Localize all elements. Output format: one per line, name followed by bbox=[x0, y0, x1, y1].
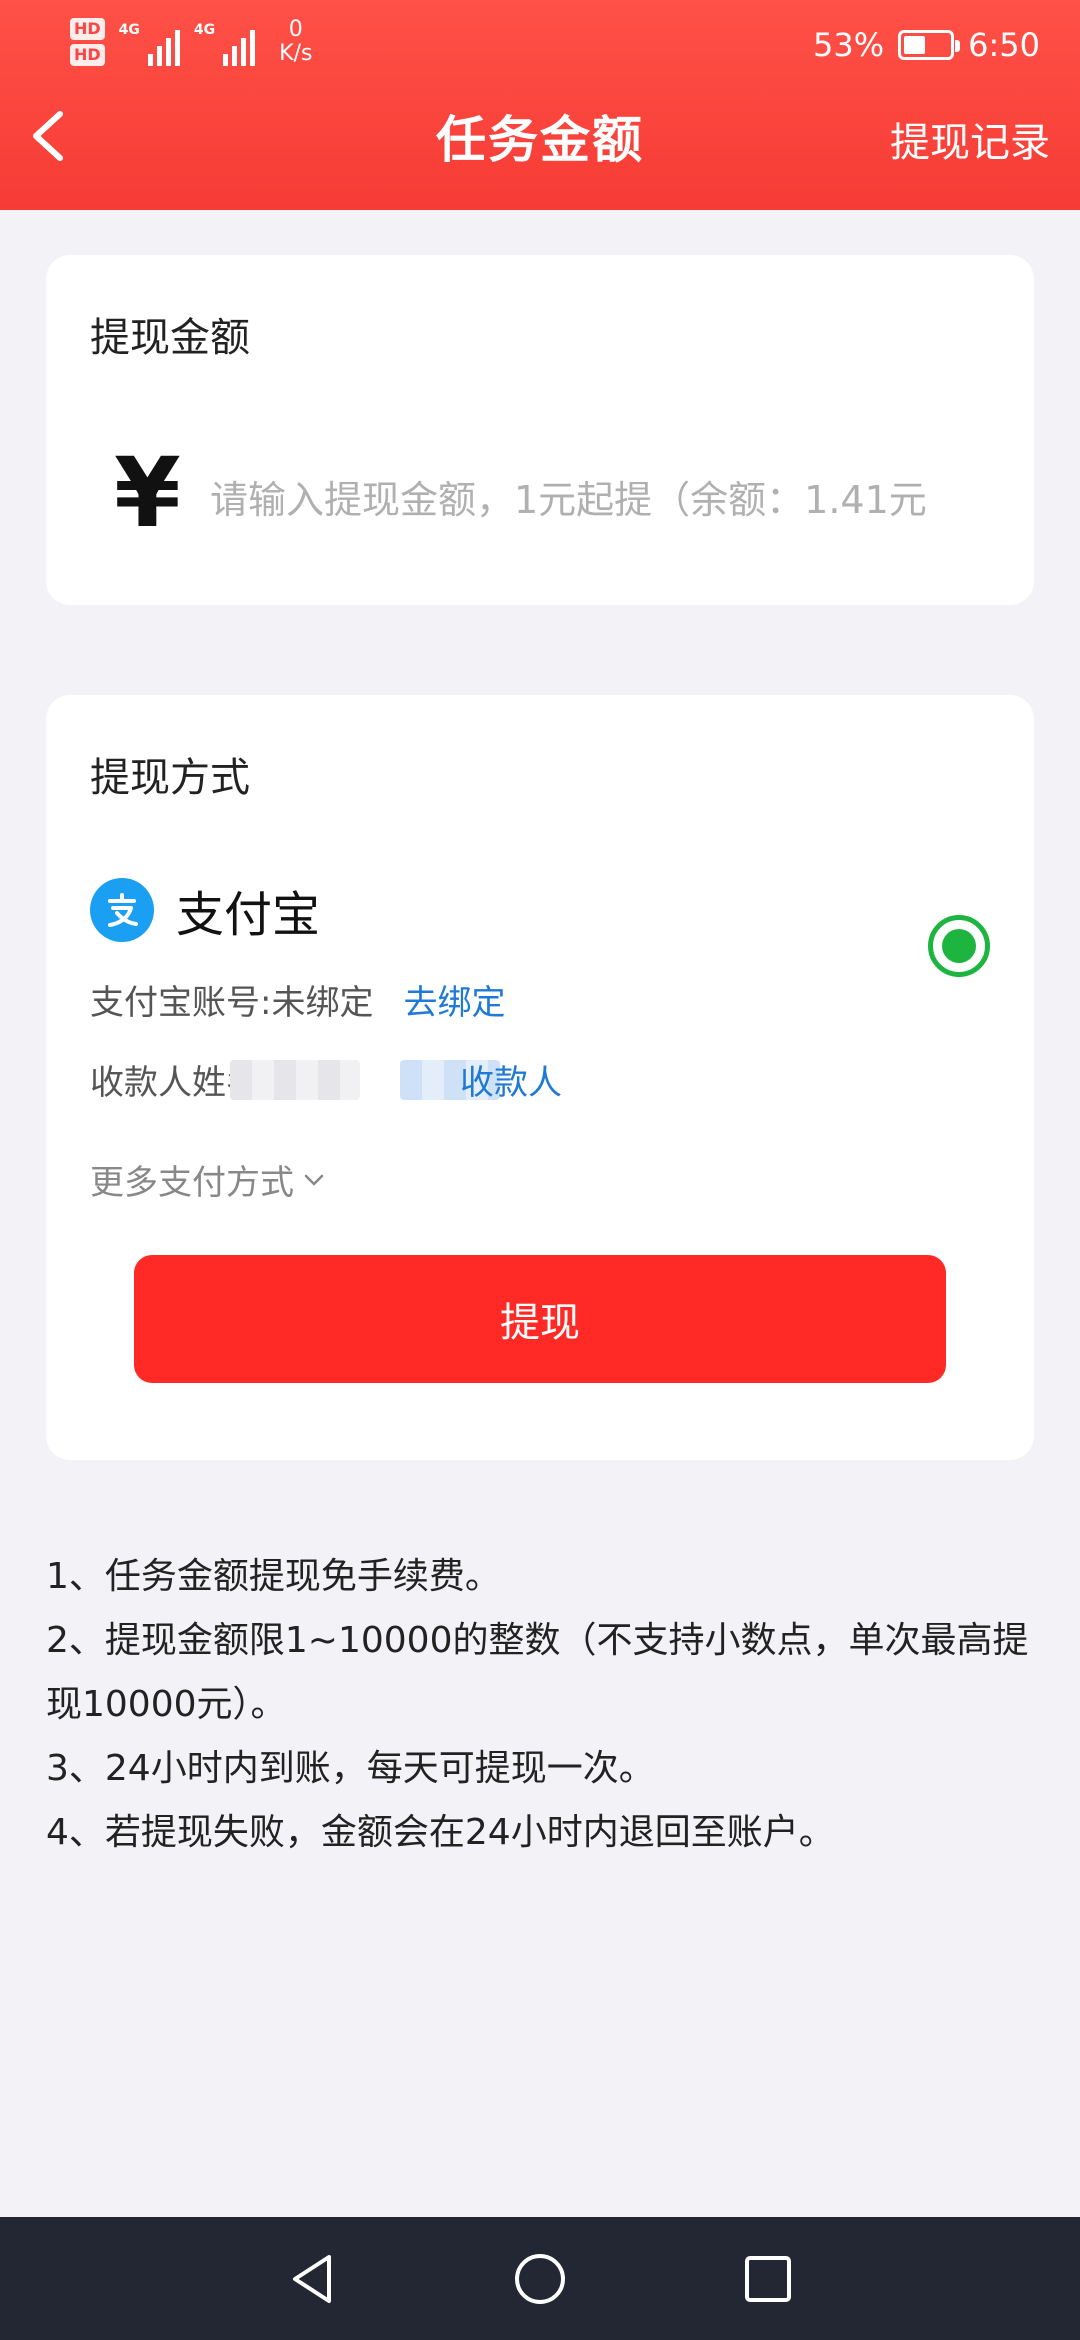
withdraw-notes: 1、任务金额提现免手续费。 2、提现金额限1~10000的整数（不支持小数点，单… bbox=[46, 1545, 1036, 1865]
payee-row: 收款人姓名 收款人 bbox=[90, 1055, 562, 1104]
clock: 6:50 bbox=[968, 26, 1040, 64]
amount-card: 提现金额 ¥ bbox=[46, 255, 1034, 605]
status-bar: HD HD 4G 4G 0 K/s 53% 6:50 bbox=[0, 0, 1080, 90]
alipay-name: 支付宝 bbox=[176, 887, 321, 943]
hd-indicators: HD HD bbox=[70, 18, 105, 66]
circle-home-icon[interactable] bbox=[512, 2251, 568, 2307]
chevron-down-icon bbox=[304, 1174, 324, 1186]
note-4: 4、若提现失败，金额会在24小时内退回至账户。 bbox=[46, 1812, 835, 1853]
method-card: 提现方式 支付宝 支付宝账号:未绑定 去绑定 收款人姓名 收款人 更多支付方式 … bbox=[46, 695, 1034, 1460]
withdraw-button[interactable]: 提现 bbox=[134, 1255, 946, 1383]
header-bar: HD HD 4G 4G 0 K/s 53% 6:50 任务金额 提现记录 bbox=[0, 0, 1080, 210]
note-2: 2、提现金额限1~10000的整数（不支持小数点，单次最高提现10000元）。 bbox=[46, 1620, 1029, 1725]
alipay-option[interactable]: 支付宝 bbox=[90, 875, 320, 945]
system-nav-bar bbox=[0, 2217, 1080, 2340]
note-3: 3、24小时内到账，每天可提现一次。 bbox=[46, 1748, 655, 1789]
hd-badge-2: HD bbox=[70, 44, 105, 66]
signal-icon-2: 4G bbox=[193, 22, 256, 66]
network-type-2: 4G bbox=[193, 22, 216, 38]
alipay-icon bbox=[90, 878, 154, 942]
battery-percent: 53% bbox=[813, 26, 885, 64]
redacted-payee-name bbox=[230, 1059, 360, 1100]
account-label: 支付宝账号:未绑定 bbox=[90, 983, 374, 1023]
withdraw-history-link[interactable]: 提现记录 bbox=[890, 110, 1050, 168]
hd-badge-1: HD bbox=[70, 18, 105, 40]
yen-icon: ¥ bbox=[114, 437, 181, 549]
network-type-1: 4G bbox=[118, 22, 140, 38]
triangle-back-icon[interactable] bbox=[287, 2251, 337, 2307]
amount-input[interactable] bbox=[210, 455, 1010, 545]
account-row: 支付宝账号:未绑定 去绑定 bbox=[90, 975, 505, 1024]
signal-icon: 4G bbox=[119, 22, 180, 66]
network-speed: 0 K/s bbox=[279, 18, 312, 66]
more-payment-methods[interactable]: 更多支付方式 bbox=[90, 1155, 326, 1204]
speed-unit: K/s bbox=[279, 41, 313, 66]
bind-account-link[interactable]: 去绑定 bbox=[403, 975, 505, 1024]
note-1: 1、任务金额提现免手续费。 bbox=[46, 1556, 501, 1597]
battery-icon bbox=[898, 30, 961, 60]
more-methods-label: 更多支付方式 bbox=[90, 1163, 294, 1203]
speed-value: 0 bbox=[288, 17, 303, 42]
square-recent-icon[interactable] bbox=[743, 2254, 793, 2304]
payee-link[interactable]: 收款人 bbox=[460, 1055, 562, 1104]
status-right: 53% 6:50 bbox=[813, 26, 1040, 64]
status-left: HD HD 4G 4G 0 K/s bbox=[70, 18, 312, 66]
amount-card-title: 提现金额 bbox=[90, 315, 250, 361]
radio-selected-icon[interactable] bbox=[928, 915, 990, 977]
method-card-title: 提现方式 bbox=[90, 755, 250, 801]
